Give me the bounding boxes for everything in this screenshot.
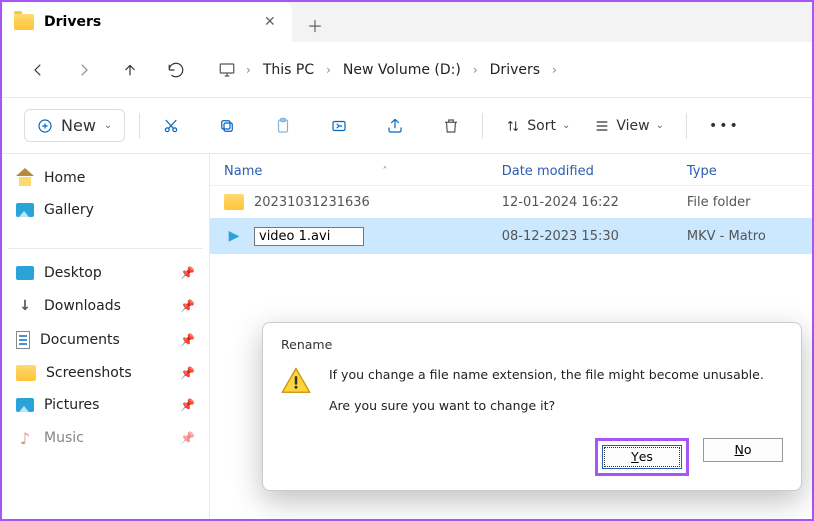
separator: [8, 248, 203, 249]
no-button[interactable]: No: [703, 438, 783, 462]
crumb-drivers[interactable]: Drivers: [488, 58, 542, 82]
gallery-icon: [16, 203, 34, 217]
sidebar-item-music[interactable]: ♪ Music 📌: [8, 421, 203, 455]
breadcrumb: › This PC › New Volume (D:) › Drivers ›: [218, 58, 561, 82]
pictures-icon: [16, 398, 34, 412]
monitor-icon: [218, 61, 236, 79]
file-type: File folder: [687, 195, 798, 210]
file-date: 12-01-2024 16:22: [502, 195, 687, 210]
sidebar-item-label: Screenshots: [46, 365, 132, 381]
sidebar-item-label: Home: [44, 170, 85, 186]
toolbar: New ⌄ Sort ⌄ View ⌄ •••: [2, 98, 812, 154]
close-icon[interactable]: ✕: [264, 14, 280, 30]
separator: [686, 113, 687, 139]
crumb-this-pc[interactable]: This PC: [261, 58, 316, 82]
chevron-right-icon[interactable]: ›: [322, 63, 335, 77]
rename-input[interactable]: [254, 227, 364, 246]
sidebar-item-screenshots[interactable]: Screenshots 📌: [8, 357, 203, 389]
table-row[interactable]: ▶ 08-12-2023 15:30 MKV - Matro: [210, 218, 812, 254]
home-icon: [16, 170, 34, 186]
paste-button[interactable]: [266, 111, 300, 141]
column-headers: Name ˄ Date modified Type: [210, 154, 812, 186]
col-name[interactable]: Name ˄: [224, 164, 502, 179]
pin-icon: 📌: [180, 398, 195, 412]
pin-icon: 📌: [180, 366, 195, 380]
sidebar-item-label: Gallery: [44, 202, 94, 218]
share-button[interactable]: [378, 111, 412, 141]
col-date[interactable]: Date modified: [502, 164, 687, 179]
file-type: MKV - Matro: [687, 229, 798, 244]
copy-button[interactable]: [210, 111, 244, 141]
file-name: 20231031231636: [254, 195, 370, 210]
address-bar: › This PC › New Volume (D:) › Drivers ›: [2, 42, 812, 98]
rename-button[interactable]: [322, 111, 356, 141]
sidebar-item-label: Documents: [40, 332, 120, 348]
sidebar-item-gallery[interactable]: Gallery: [8, 194, 203, 226]
chevron-down-icon: ⌄: [562, 120, 570, 131]
forward-button[interactable]: [70, 56, 98, 84]
delete-button[interactable]: [434, 111, 468, 141]
more-button[interactable]: •••: [701, 112, 748, 140]
crumb-volume[interactable]: New Volume (D:): [341, 58, 463, 82]
file-date: 08-12-2023 15:30: [502, 229, 687, 244]
sidebar-item-downloads[interactable]: ↓ Downloads 📌: [8, 289, 203, 323]
pin-icon: 📌: [180, 333, 195, 347]
sidebar-item-home[interactable]: Home: [8, 162, 203, 194]
sidebar-item-desktop[interactable]: Desktop 📌: [8, 257, 203, 289]
folder-icon: [224, 194, 244, 210]
sidebar-item-label: Desktop: [44, 265, 102, 281]
col-type[interactable]: Type: [687, 164, 798, 179]
tab-title: Drivers: [44, 14, 254, 30]
separator: [482, 113, 483, 139]
folder-icon: [14, 14, 34, 30]
separator: [139, 113, 140, 139]
view-label: View: [616, 118, 649, 134]
download-icon: ↓: [16, 297, 34, 315]
chevron-down-icon: ⌄: [656, 120, 664, 131]
tab-drivers[interactable]: Drivers ✕: [2, 2, 292, 42]
view-button[interactable]: View ⌄: [586, 112, 672, 140]
sidebar-item-label: Pictures: [44, 397, 99, 413]
dialog-message: If you change a file name extension, the…: [329, 366, 764, 416]
warning-icon: [281, 366, 311, 396]
sidebar-item-documents[interactable]: Documents 📌: [8, 323, 203, 357]
chevron-right-icon[interactable]: ›: [548, 63, 561, 77]
sidebar-item-label: Music: [44, 430, 84, 446]
chevron-down-icon: ⌄: [104, 120, 112, 131]
sort-label: Sort: [527, 118, 556, 134]
chevron-right-icon[interactable]: ›: [242, 63, 255, 77]
tab-bar: Drivers ✕ ＋: [2, 2, 812, 42]
desktop-icon: [16, 266, 34, 280]
new-label: New: [61, 116, 96, 135]
pin-icon: 📌: [180, 431, 195, 445]
back-button[interactable]: [24, 56, 52, 84]
highlight-box: Yes: [595, 438, 689, 476]
table-row[interactable]: 20231031231636 12-01-2024 16:22 File fol…: [210, 186, 812, 218]
new-tab-button[interactable]: ＋: [298, 8, 332, 42]
document-icon: [16, 331, 30, 349]
refresh-button[interactable]: [162, 56, 190, 84]
yes-button[interactable]: Yes: [602, 445, 682, 469]
chevron-right-icon[interactable]: ›: [469, 63, 482, 77]
sidebar-item-label: Downloads: [44, 298, 121, 314]
video-icon: ▶: [224, 226, 244, 246]
sort-button[interactable]: Sort ⌄: [497, 112, 578, 140]
sidebar: Home Gallery Desktop 📌 ↓ Downloads 📌 Doc…: [2, 154, 210, 519]
sidebar-item-pictures[interactable]: Pictures 📌: [8, 389, 203, 421]
pin-icon: 📌: [180, 299, 195, 313]
cut-button[interactable]: [154, 111, 188, 141]
folder-icon: [16, 365, 36, 381]
up-button[interactable]: [116, 56, 144, 84]
pin-icon: 📌: [180, 266, 195, 280]
music-icon: ♪: [16, 429, 34, 447]
dialog-title: Rename: [281, 337, 783, 352]
rename-dialog: Rename If you change a file name extensi…: [262, 322, 802, 491]
sort-indicator-icon: ˄: [382, 166, 387, 177]
new-button[interactable]: New ⌄: [24, 109, 125, 142]
